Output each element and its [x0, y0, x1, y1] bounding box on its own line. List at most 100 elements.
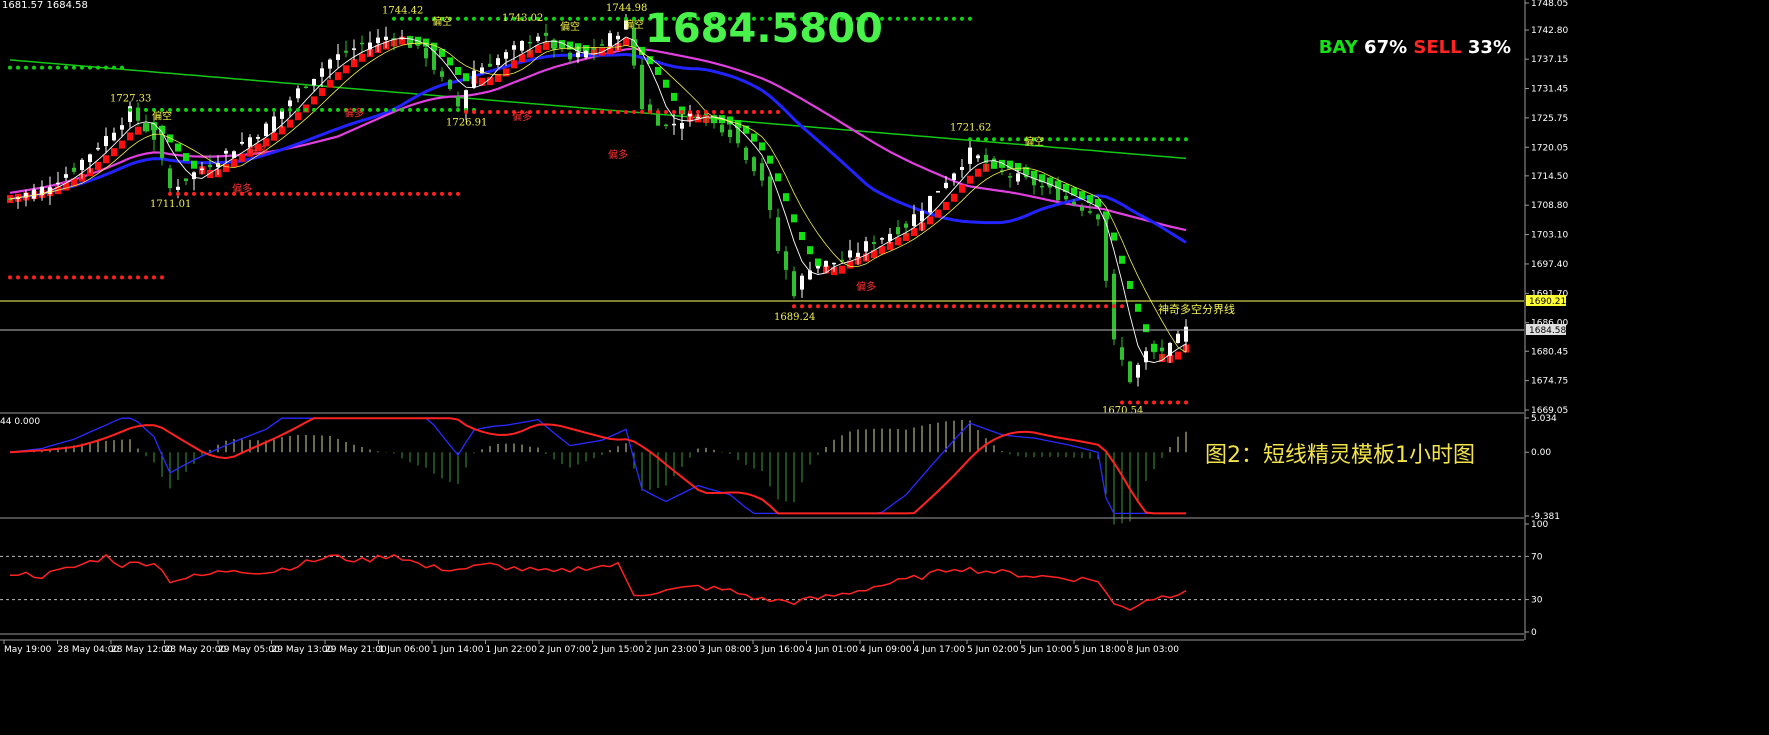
- candle-body: [1056, 188, 1060, 201]
- red-dot: [1120, 400, 1124, 405]
- step-block: [967, 175, 973, 184]
- candle-body: [448, 79, 452, 89]
- step-block: [231, 158, 237, 167]
- candle-body: [752, 157, 756, 172]
- candle-body: [256, 136, 260, 139]
- red-dot: [904, 304, 908, 309]
- level-line-tag: 1690.21: [1529, 297, 1566, 307]
- candle-body: [976, 155, 980, 159]
- step-block: [655, 66, 661, 75]
- price-label: 1744.42: [382, 6, 423, 17]
- red-dot: [440, 191, 444, 196]
- time-tick-label: 5 Jun 18:00: [1074, 645, 1126, 655]
- green-dot: [1016, 137, 1020, 142]
- green-dot: [24, 65, 28, 70]
- red-dot: [1080, 304, 1084, 309]
- signal-label: 偏空: [560, 20, 580, 33]
- price-tick-label: 1680.45: [1531, 347, 1568, 357]
- green-dot: [232, 107, 236, 112]
- green-dot: [896, 16, 900, 21]
- red-dot: [808, 304, 812, 309]
- current-price-tag: 1684.58: [1529, 326, 1566, 336]
- red-dot: [616, 109, 620, 114]
- green-dot: [144, 107, 148, 112]
- signal-label: 偏多: [608, 148, 628, 161]
- green-dot: [960, 16, 964, 21]
- osc-tick-label: 30: [1531, 596, 1543, 606]
- green-dot: [392, 107, 396, 112]
- time-tick-label: May 19:00: [4, 645, 52, 655]
- candle-body: [320, 68, 324, 77]
- candle-body: [608, 33, 612, 47]
- candle-body: [1128, 361, 1132, 383]
- red-dot: [480, 109, 484, 114]
- green-dot: [1184, 137, 1188, 142]
- green-dot: [592, 16, 596, 21]
- red-dot: [176, 191, 180, 196]
- red-dot: [264, 191, 268, 196]
- red-dot: [392, 191, 396, 196]
- red-dot: [992, 304, 996, 309]
- green-dot: [400, 16, 404, 21]
- candle-body: [680, 122, 684, 129]
- green-dot: [576, 16, 580, 21]
- green-dot: [1008, 137, 1012, 142]
- red-dot: [328, 191, 332, 196]
- green-dot: [920, 16, 924, 21]
- red-dot: [864, 304, 868, 309]
- candle-body: [784, 251, 788, 270]
- price-tick-label: 1731.45: [1531, 85, 1568, 95]
- candle-body: [728, 129, 732, 138]
- candle-body: [664, 124, 668, 127]
- step-block: [295, 112, 301, 121]
- price-tick-label: 1720.05: [1531, 143, 1568, 153]
- red-dot: [184, 191, 188, 196]
- green-dot: [544, 16, 548, 21]
- red-dot: [368, 191, 372, 196]
- red-dot: [296, 191, 300, 196]
- green-dot: [968, 137, 972, 142]
- red-dot: [1016, 304, 1020, 309]
- candle-body: [968, 147, 972, 164]
- step-block: [127, 132, 133, 141]
- red-dot: [1144, 400, 1148, 405]
- candle-body: [1088, 211, 1092, 213]
- red-dot: [472, 109, 476, 114]
- red-dot: [1056, 304, 1060, 309]
- red-dot: [736, 109, 740, 114]
- signal-label: 偏空: [152, 110, 172, 123]
- time-tick-label: 1 Jun 22:00: [486, 645, 538, 655]
- red-dot: [1120, 304, 1124, 309]
- red-dot: [1032, 304, 1036, 309]
- green-dot: [928, 16, 932, 21]
- red-dot: [400, 191, 404, 196]
- red-dot: [216, 191, 220, 196]
- step-block: [119, 140, 125, 149]
- red-dot: [160, 275, 164, 280]
- price-label: 1689.24: [774, 312, 815, 323]
- red-dot: [1024, 304, 1028, 309]
- red-dot: [352, 191, 356, 196]
- green-dot: [888, 16, 892, 21]
- signal-label: 偏空: [432, 15, 452, 28]
- red-dot: [1088, 304, 1092, 309]
- candle-body: [960, 167, 964, 170]
- candle-body: [1176, 333, 1180, 343]
- time-tick-label: 1 Jun 14:00: [432, 645, 484, 655]
- green-dot: [968, 16, 972, 21]
- red-dot: [280, 191, 284, 196]
- green-dot: [296, 107, 300, 112]
- candle-body: [696, 116, 700, 119]
- step-block: [943, 202, 949, 211]
- candle-body: [240, 141, 244, 144]
- green-dot: [1176, 137, 1180, 142]
- candle-body: [896, 227, 900, 235]
- step-block: [1127, 280, 1133, 289]
- time-tick-label: 4 Jun 09:00: [860, 645, 912, 655]
- green-dot: [240, 107, 244, 112]
- green-dot: [480, 16, 484, 21]
- green-dot: [1168, 137, 1172, 142]
- time-tick-label: 3 Jun 08:00: [700, 645, 752, 655]
- green-dot: [376, 107, 380, 112]
- red-dot: [576, 109, 580, 114]
